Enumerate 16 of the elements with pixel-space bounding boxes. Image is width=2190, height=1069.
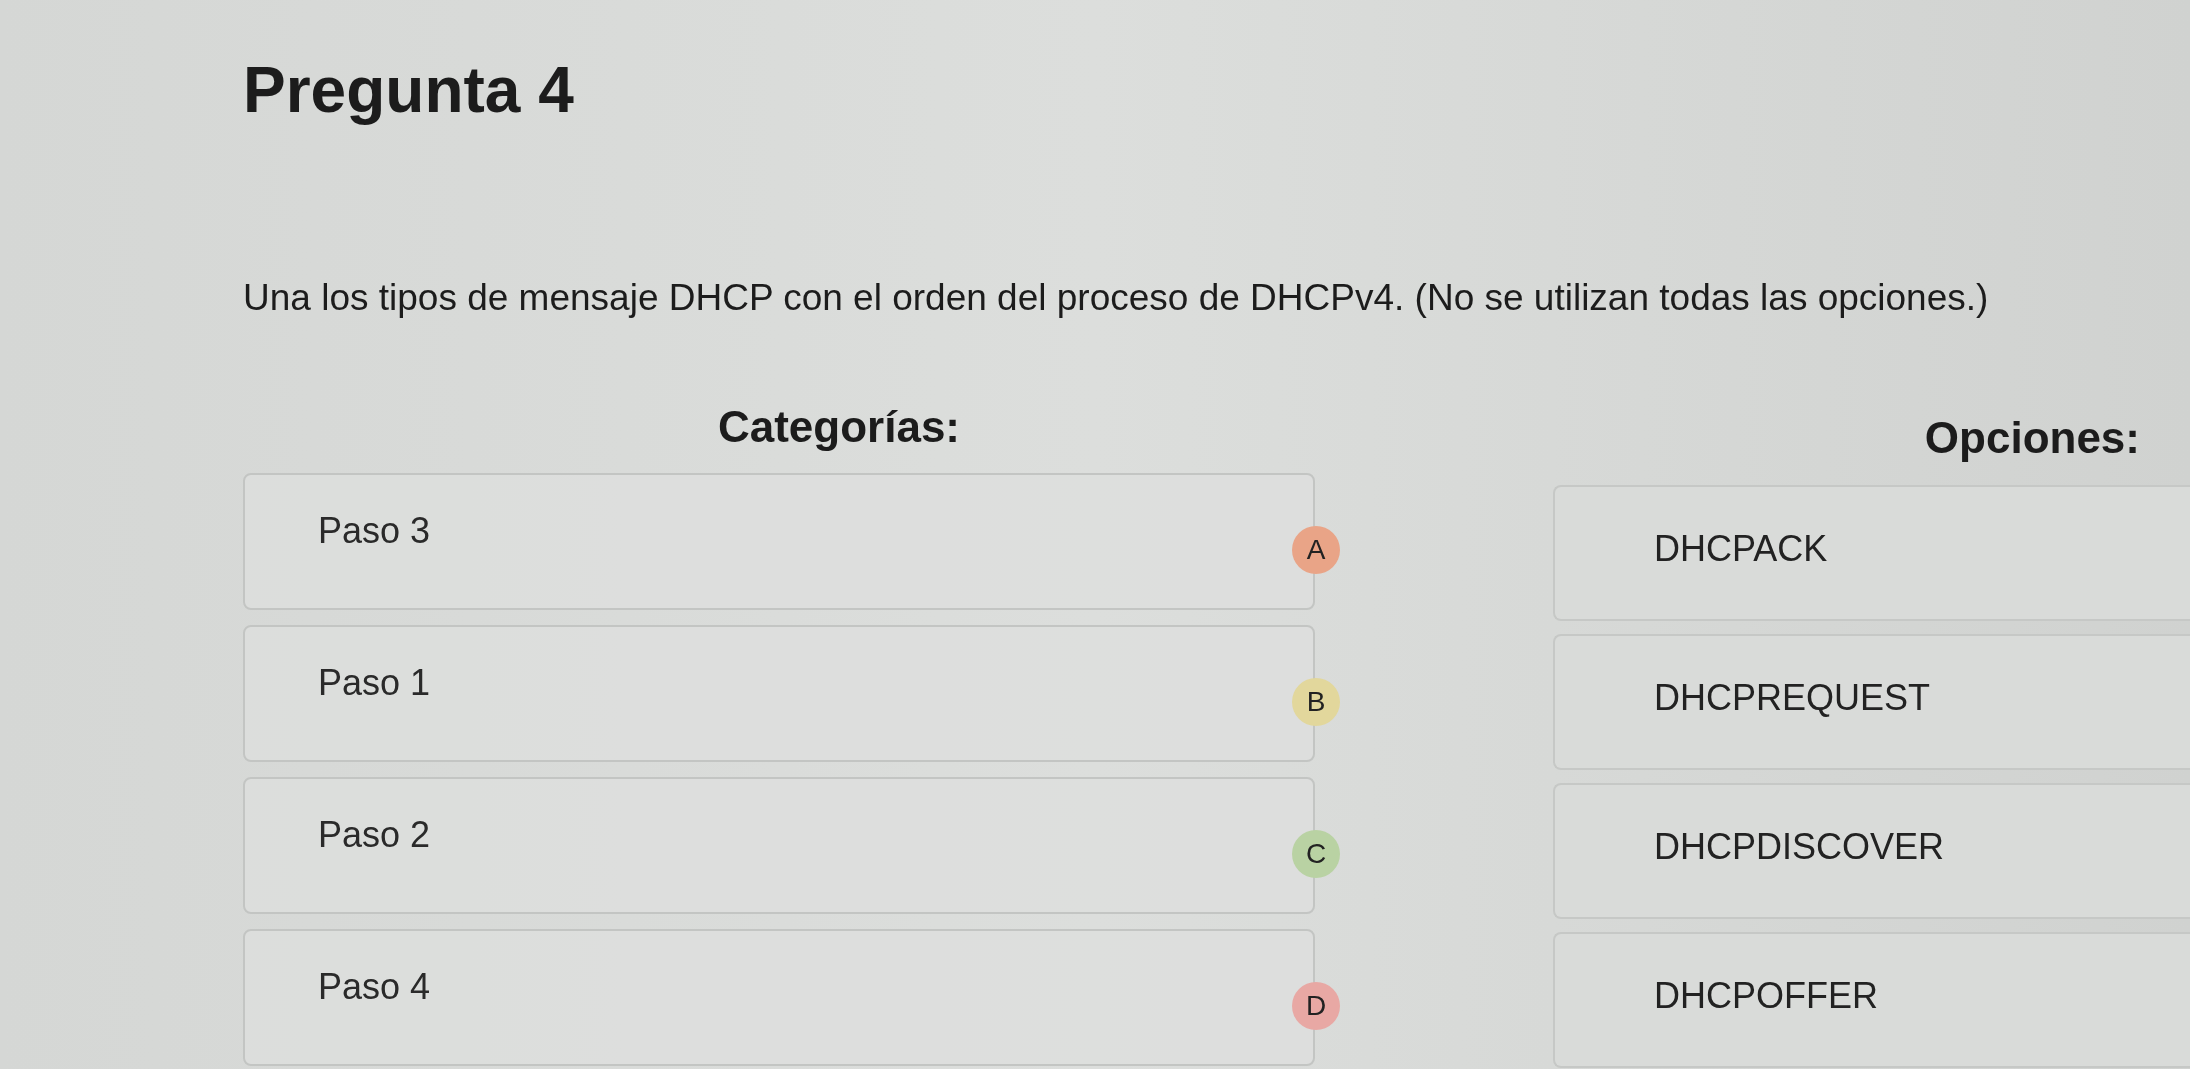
option-tile[interactable]: DHCPOFFER xyxy=(1553,932,2190,1068)
option-tile[interactable]: DHCPACK xyxy=(1553,485,2190,621)
category-label: Paso 4 xyxy=(318,966,431,1007)
category-label: Paso 2 xyxy=(318,814,431,855)
letter-badge: C xyxy=(1292,830,1340,878)
section-heading: Categorías: xyxy=(717,401,961,454)
page-title: Pregunta 4 xyxy=(243,53,574,128)
letter-badge: D xyxy=(1292,982,1340,1030)
category-label: Paso 3 xyxy=(318,510,431,551)
option-tile[interactable]: DHCPREQUEST xyxy=(1553,634,2190,770)
letter-badge: B xyxy=(1292,678,1340,726)
section-heading: Opciones: xyxy=(1924,412,2140,465)
option-tile[interactable]: DHCPDISCOVER xyxy=(1553,783,2190,919)
letter-badge: A xyxy=(1292,526,1340,574)
question-text: Una los tipos de mensaje DHCP con el orden del proceso de DHCPv4. (No se utilizan todas las opciones.) xyxy=(243,275,1989,320)
category-label: Paso 1 xyxy=(318,662,431,703)
